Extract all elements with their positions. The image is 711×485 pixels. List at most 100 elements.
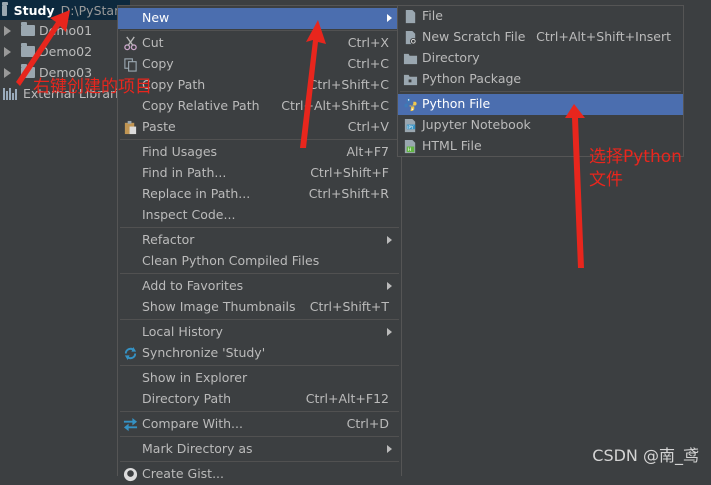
menu-item-replace-in-path[interactable]: Replace in Path... Ctrl+Shift+R	[118, 184, 401, 205]
tree-item-demo02[interactable]: Demo02	[0, 41, 92, 62]
project-tree: Study D:\PyStar... Demo01 Demo02 Demo03 …	[0, 0, 133, 476]
expand-arrow-icon[interactable]	[4, 67, 11, 78]
menu-item-add-to-favorites[interactable]: Add to Favorites	[118, 276, 401, 297]
menu-item-label: File	[422, 8, 443, 23]
menu-item-label: Clean Python Compiled Files	[142, 253, 320, 268]
menu-separator	[120, 436, 399, 437]
expand-arrow-icon[interactable]	[4, 25, 11, 36]
submenu-arrow-icon	[387, 14, 392, 22]
folder-icon	[21, 43, 35, 57]
context-menu: New Cut Ctrl+X Copy Ctrl+C Copy Path Ctr…	[117, 5, 402, 482]
menu-item-create-gist[interactable]: Create Gist...	[118, 464, 401, 485]
menu-item-synchronize[interactable]: Synchronize 'Study'	[118, 343, 401, 364]
menu-separator	[120, 227, 399, 228]
menu-item-show-in-explorer[interactable]: Show in Explorer	[118, 368, 401, 389]
menu-item-shortcut: Ctrl+Alt+Shift+Insert	[536, 29, 671, 44]
submenu-item-jupyter-notebook[interactable]: IPY Jupyter Notebook	[398, 115, 683, 136]
menu-item-label: Synchronize 'Study'	[142, 345, 266, 360]
html-file-icon: H	[404, 139, 416, 153]
annotation-select-python-line2: 文件	[589, 170, 623, 190]
menu-item-shortcut: Ctrl+Shift+T	[309, 299, 389, 314]
menu-item-label: New Scratch File	[422, 29, 526, 44]
menu-item-label: Show Image Thumbnails	[142, 299, 296, 314]
menu-item-label: Directory	[422, 50, 480, 65]
directory-icon	[403, 53, 418, 65]
tree-item-label: Demo01	[39, 23, 93, 38]
menu-separator	[120, 411, 399, 412]
menu-item-label: Find in Path...	[142, 165, 227, 180]
copy-icon	[124, 58, 137, 72]
menu-item-paste[interactable]: Paste Ctrl+V	[118, 117, 401, 138]
menu-separator	[120, 139, 399, 140]
sync-icon	[124, 346, 137, 361]
menu-item-shortcut: Ctrl+C	[347, 56, 389, 71]
project-root-row[interactable]: Study D:\PyStar...	[0, 0, 130, 20]
submenu-arrow-icon	[387, 282, 392, 290]
annotation-create-project: 右键创建的项目	[33, 77, 152, 97]
github-icon	[123, 467, 138, 482]
menu-separator	[120, 365, 399, 366]
menu-item-directory-path[interactable]: Directory Path Ctrl+Alt+F12	[118, 389, 401, 410]
menu-item-label: Cut	[142, 35, 164, 50]
menu-item-label: Jupyter Notebook	[422, 117, 531, 132]
file-icon	[405, 9, 416, 24]
submenu-item-new-scratch-file[interactable]: New Scratch File Ctrl+Alt+Shift+Insert	[398, 27, 683, 48]
tree-item-demo01[interactable]: Demo01	[0, 20, 92, 41]
menu-item-cut[interactable]: Cut Ctrl+X	[118, 33, 401, 54]
menu-item-shortcut: Alt+F7	[346, 144, 389, 159]
annotation-select-python-line1: 选择Python	[589, 147, 682, 167]
submenu-item-file[interactable]: File	[398, 6, 683, 27]
menu-item-shortcut: Ctrl+X	[347, 35, 389, 50]
svg-text:IPY: IPY	[407, 125, 414, 130]
submenu-item-directory[interactable]: Directory	[398, 48, 683, 69]
menu-item-shortcut: Ctrl+Alt+F12	[305, 391, 389, 406]
menu-item-copy-relative-path[interactable]: Copy Relative Path Ctrl+Alt+Shift+C	[118, 96, 401, 117]
menu-item-new[interactable]: New	[118, 8, 401, 29]
compare-icon	[123, 417, 138, 432]
menu-separator	[120, 273, 399, 274]
menu-item-label: Compare With...	[142, 416, 243, 431]
menu-item-label: Directory Path	[142, 391, 232, 406]
menu-item-local-history[interactable]: Local History	[118, 322, 401, 343]
submenu-arrow-icon	[387, 328, 392, 336]
menu-item-shortcut: Ctrl+V	[347, 119, 389, 134]
menu-item-refactor[interactable]: Refactor	[118, 230, 401, 251]
menu-item-label: New	[142, 10, 170, 25]
menu-item-shortcut: Ctrl+Alt+Shift+C	[281, 98, 389, 113]
menu-separator	[400, 91, 681, 92]
menu-item-inspect-code[interactable]: Inspect Code...	[118, 205, 401, 226]
menu-item-copy-path[interactable]: Copy Path Ctrl+Shift+C	[118, 75, 401, 96]
new-submenu: File New Scratch File Ctrl+Alt+Shift+Ins…	[397, 5, 684, 157]
menu-item-find-usages[interactable]: Find Usages Alt+F7	[118, 142, 401, 163]
project-name: Study	[13, 2, 55, 18]
folder-icon	[21, 22, 35, 36]
menu-item-copy[interactable]: Copy Ctrl+C	[118, 54, 401, 75]
jupyter-icon: IPY	[404, 118, 416, 133]
menu-item-label: Paste	[142, 119, 176, 134]
libraries-icon	[3, 87, 19, 100]
menu-item-label: HTML File	[422, 138, 482, 153]
menu-item-find-in-path[interactable]: Find in Path... Ctrl+Shift+F	[118, 163, 401, 184]
folder-icon	[2, 1, 8, 16]
menu-item-label: Python File	[422, 96, 491, 111]
menu-separator	[120, 319, 399, 320]
menu-item-label: Python Package	[422, 71, 522, 86]
menu-item-clean-python-compiled[interactable]: Clean Python Compiled Files	[118, 251, 401, 272]
submenu-item-python-file[interactable]: Python File	[398, 94, 683, 115]
menu-item-label: Copy Relative Path	[142, 98, 260, 113]
menu-item-show-image-thumbnails[interactable]: Show Image Thumbnails Ctrl+Shift+T	[118, 297, 401, 318]
submenu-arrow-icon	[387, 445, 392, 453]
menu-item-label: Mark Directory as	[142, 441, 253, 456]
menu-item-shortcut: Ctrl+Shift+F	[310, 165, 389, 180]
menu-item-compare-with[interactable]: Compare With... Ctrl+D	[118, 414, 401, 435]
submenu-item-python-package[interactable]: Python Package	[398, 69, 683, 90]
paste-icon	[124, 120, 137, 135]
expand-arrow-icon[interactable]	[4, 46, 11, 57]
menu-item-mark-directory-as[interactable]: Mark Directory as	[118, 439, 401, 460]
menu-item-shortcut: Ctrl+Shift+R	[308, 186, 389, 201]
menu-item-label: Local History	[142, 324, 223, 339]
menu-item-label: Replace in Path...	[142, 186, 251, 201]
python-package-icon	[403, 74, 418, 86]
menu-item-label: Copy	[142, 56, 174, 71]
menu-item-label: Inspect Code...	[142, 207, 236, 222]
